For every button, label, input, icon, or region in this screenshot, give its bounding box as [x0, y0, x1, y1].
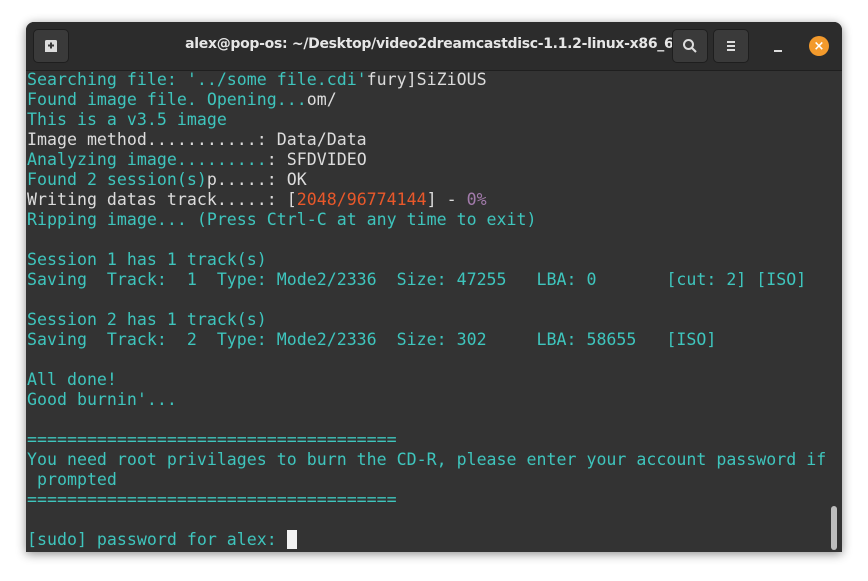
- terminal-text: All done!: [27, 370, 117, 389]
- terminal-text: : SFDVIDEO: [266, 150, 367, 169]
- minimize-button[interactable]: [768, 36, 788, 56]
- terminal-text: 2048/96774144: [296, 190, 427, 209]
- close-button[interactable]: ×: [809, 36, 829, 56]
- terminal-line: =====================================: [27, 490, 827, 510]
- terminal-text: prompted: [27, 470, 117, 489]
- terminal-line: Saving Track: 1 Type: Mode2/2336 Size: 4…: [27, 270, 827, 290]
- terminal-text: Writing datas track.....: [: [27, 190, 297, 209]
- terminal-line: You need root privilages to burn the CD-…: [27, 450, 827, 470]
- hamburger-menu-icon: [727, 41, 735, 51]
- terminal-line: Session 1 has 1 track(s): [27, 250, 827, 270]
- terminal-line: Searching file: '../some file.cdi'fury]S…: [27, 70, 827, 90]
- terminal-text: fury]SiZiOUS: [366, 70, 487, 89]
- search-icon: [683, 39, 697, 53]
- terminal-line: Found 2 session(s)p.....: OK: [27, 170, 827, 190]
- terminal-line: prompted: [27, 470, 827, 490]
- terminal-text: Saving Track: 2 Type: Mode2/2336 Size: 3…: [27, 330, 717, 349]
- terminal-text: You need root privilages to burn the CD-…: [27, 450, 827, 469]
- terminal-text: ] -: [426, 190, 467, 209]
- terminal-text: Session 1 has 1 track(s): [27, 250, 267, 269]
- search-button[interactable]: [672, 29, 708, 63]
- terminal-text: Found image file. Opening...: [27, 90, 307, 109]
- terminal-line: Analyzing image.........: SFDVIDEO: [27, 150, 827, 170]
- terminal-line: [sudo] password for alex:: [27, 530, 827, 550]
- terminal-line: =====================================: [27, 430, 827, 450]
- minimize-icon: [774, 50, 782, 52]
- terminal-text: p.....: OK: [206, 170, 307, 189]
- terminal-text: [sudo] password for alex:: [27, 530, 287, 549]
- terminal-text: =====================================: [27, 490, 397, 509]
- terminal-text: Searching file: '../some file.cdi': [27, 70, 367, 89]
- terminal-text: This is a v3.5 image: [27, 110, 227, 129]
- terminal-text: Saving Track: 1 Type: Mode2/2336 Size: 4…: [27, 270, 807, 289]
- terminal-text: Analyzing image.........: [27, 150, 267, 169]
- terminal-text: Found 2 session(s): [27, 170, 207, 189]
- terminal-text: Good burnin'...: [27, 390, 177, 409]
- terminal-line: Saving Track: 2 Type: Mode2/2336 Size: 3…: [27, 330, 827, 350]
- terminal-text: Ripping image... (Press Ctrl-C at any ti…: [27, 210, 537, 229]
- terminal-text: om/: [306, 90, 337, 109]
- terminal-line: Writing datas track.....: [2048/96774144…: [27, 190, 827, 210]
- terminal-line: Good burnin'...: [27, 390, 827, 410]
- close-icon: ×: [813, 38, 825, 54]
- terminal-line: Image method...........: Data/Data: [27, 130, 827, 150]
- terminal-text: =====================================: [27, 430, 397, 449]
- terminal-text: Session 2 has 1 track(s): [27, 310, 267, 329]
- terminal-line: All done!: [27, 370, 827, 390]
- terminal-line: Ripping image... (Press Ctrl-C at any ti…: [27, 210, 827, 230]
- scrollbar[interactable]: [831, 506, 837, 550]
- terminal-text: 0%: [466, 190, 487, 209]
- terminal-line: Session 2 has 1 track(s): [27, 310, 827, 330]
- terminal-output[interactable]: Searching file: '../some file.cdi'fury]S…: [27, 70, 827, 550]
- terminal-line: This is a v3.5 image: [27, 110, 827, 130]
- title-bar: alex@pop-os: ~/Desktop/video2dreamcastdi…: [26, 22, 842, 71]
- text-cursor: [286, 530, 297, 549]
- terminal-text: Image method...........: Data/Data: [27, 130, 367, 149]
- menu-button[interactable]: [713, 29, 749, 63]
- terminal-line: Found image file. Opening...om/: [27, 90, 827, 110]
- terminal-window: alex@pop-os: ~/Desktop/video2dreamcastdi…: [26, 22, 842, 552]
